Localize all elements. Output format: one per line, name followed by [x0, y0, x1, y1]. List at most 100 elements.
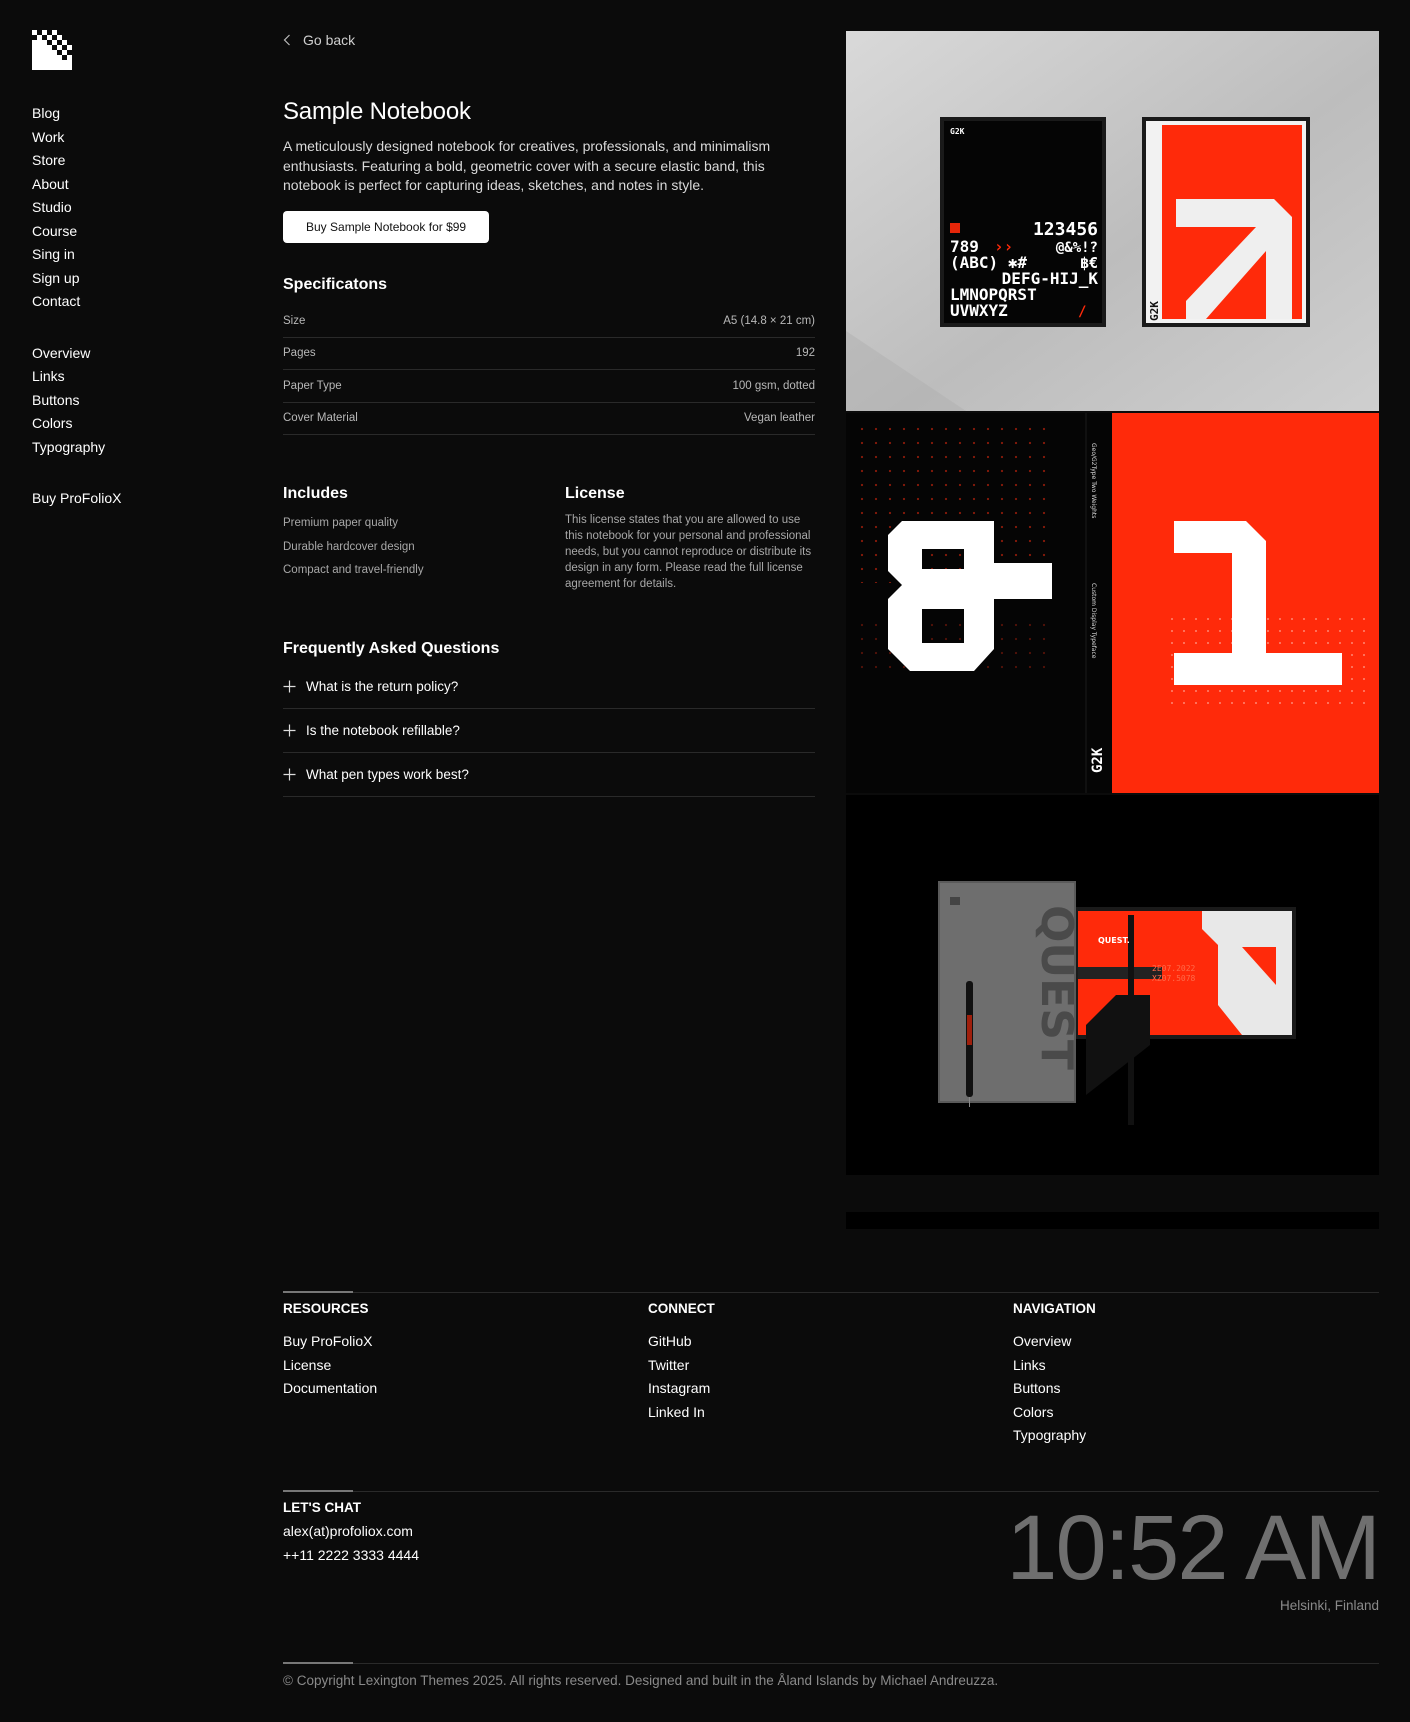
poster-line-1: 123456: [1033, 219, 1098, 240]
gallery-image-notebook[interactable]: QUEST. 2E07.2022 XZ07.5078 QUEST: [846, 795, 1379, 1175]
poster-line-6: UVWXYZ: [950, 301, 1008, 320]
sidebar-item-typography[interactable]: Typography: [32, 436, 121, 460]
logo-icon[interactable]: [32, 30, 72, 70]
buy-notebook-button[interactable]: Buy Sample Notebook for $99: [283, 211, 490, 243]
footer-divider: [283, 1490, 1379, 1492]
spec-value: A5 (14.8 × 21 cm): [723, 314, 815, 327]
footer-divider: [283, 1291, 1379, 1293]
sidebar-item-about[interactable]: About: [32, 173, 121, 197]
sidebar-primary-group: Blog Work Store About Studio Course Sing…: [32, 102, 121, 314]
local-clock: 10:52 AM: [1006, 1497, 1381, 1599]
faq-question: Is the notebook refillable?: [306, 723, 460, 738]
spec-label: Size: [283, 314, 306, 327]
typeface-brand: G2K: [1090, 747, 1106, 773]
footer-link-instagram[interactable]: Instagram: [648, 1377, 715, 1401]
spec-label: Paper Type: [283, 379, 342, 392]
sidebar-item-store[interactable]: Store: [32, 149, 121, 173]
spec-label: Pages: [283, 347, 316, 360]
footer-link-license[interactable]: License: [283, 1354, 377, 1378]
footer-resources: RESOURCES Buy ProFolioX License Document…: [283, 1301, 377, 1401]
go-back-link[interactable]: Go back: [283, 32, 355, 48]
plus-icon: [283, 768, 296, 781]
footer-link-github[interactable]: GitHub: [648, 1330, 715, 1354]
page-title: Sample Notebook: [283, 98, 471, 125]
chat-phone-link[interactable]: ++11 2222 3333 4444: [283, 1544, 419, 1568]
footer-connect-heading: CONNECT: [648, 1301, 715, 1316]
plus-icon: [283, 724, 296, 737]
gallery-image-typeface[interactable]: Geo/G2Type Two Weights Custom Display Ty…: [846, 413, 1379, 793]
faq-heading: Frequently Asked Questions: [283, 640, 500, 657]
footer-chat: LET'S CHAT alex(at)profoliox.com ++11 22…: [283, 1500, 419, 1567]
includes-list: Premium paper quality Durable hardcover …: [283, 512, 424, 583]
spec-row-size: Size A5 (14.8 × 21 cm): [283, 305, 815, 338]
sidebar-item-contact[interactable]: Contact: [32, 290, 121, 314]
sidebar-secondary-group: Overview Links Buttons Colors Typography: [32, 342, 121, 460]
sidebar-item-blog[interactable]: Blog: [32, 102, 121, 126]
product-gallery: G2K 123456 789 ›› @&%!? (ABC) ✱# ฿€ DEFG…: [846, 31, 1379, 1177]
footer-link-linkedin[interactable]: Linked In: [648, 1401, 715, 1425]
footer-link-buy[interactable]: Buy ProFolioX: [283, 1330, 377, 1354]
footer-navigation: NAVIGATION Overview Links Buttons Colors…: [1013, 1301, 1096, 1448]
sidebar-item-colors[interactable]: Colors: [32, 412, 121, 436]
notebook-tag: QUEST.: [1098, 936, 1130, 945]
spec-value: 192: [795, 347, 815, 360]
faq-list: What is the return policy? Is the notebo…: [283, 665, 815, 797]
typeface-side-top: Geo/G2Type Two Weights: [1090, 443, 1097, 518]
faq-question: What pen types work best?: [306, 767, 469, 782]
product-description: A meticulously designed notebook for cre…: [283, 138, 771, 193]
sidebar-buy-link[interactable]: Buy ProFolioX: [32, 487, 121, 511]
footer-link-buttons[interactable]: Buttons: [1013, 1377, 1096, 1401]
footer-divider: [283, 1662, 1379, 1664]
list-item: Compact and travel-friendly: [283, 564, 424, 576]
spec-row-pages: Pages 192: [283, 338, 815, 370]
spec-label: Cover Material: [283, 412, 358, 425]
typeface-side-mid: Custom Display Typeface: [1090, 583, 1097, 659]
sidebar-item-links[interactable]: Links: [32, 365, 121, 389]
go-back-label: Go back: [303, 32, 356, 48]
sidebar-item-overview[interactable]: Overview: [32, 342, 121, 366]
faq-item-pen-types[interactable]: What pen types work best?: [283, 753, 815, 797]
gallery-bottom-strip: [846, 1212, 1379, 1229]
gallery-image-posters[interactable]: G2K 123456 789 ›› @&%!? (ABC) ✱# ฿€ DEFG…: [846, 31, 1379, 411]
sidebar-item-sign-in[interactable]: Sing in: [32, 243, 121, 267]
sidebar-item-buttons[interactable]: Buttons: [32, 389, 121, 413]
footer-resources-heading: RESOURCES: [283, 1301, 369, 1316]
license-heading: License: [565, 485, 625, 502]
footer-navigation-heading: NAVIGATION: [1013, 1301, 1096, 1316]
faq-question: What is the return policy?: [306, 679, 459, 694]
footer-link-overview[interactable]: Overview: [1013, 1330, 1096, 1354]
plus-icon: [283, 680, 296, 693]
svg-text:/: /: [1078, 304, 1086, 320]
footer-link-twitter[interactable]: Twitter: [648, 1354, 715, 1378]
specs-table: Size A5 (14.8 × 21 cm) Pages 192 Paper T…: [283, 305, 815, 435]
poster-red-brand: G2K: [1148, 301, 1161, 321]
sidebar-item-work[interactable]: Work: [32, 126, 121, 150]
footer-link-links[interactable]: Links: [1013, 1354, 1096, 1378]
spec-value: Vegan leather: [744, 412, 815, 425]
chat-email-link[interactable]: alex(at)profoliox.com: [283, 1520, 419, 1544]
includes-heading: Includes: [283, 485, 348, 502]
license-text: This license states that you are allowed…: [565, 514, 812, 590]
clock-location: Helsinki, Finland: [1279, 1598, 1379, 1613]
faq-item-refillable[interactable]: Is the notebook refillable?: [283, 709, 815, 753]
footer-link-typography[interactable]: Typography: [1013, 1424, 1096, 1448]
sidebar-item-course[interactable]: Course: [32, 220, 121, 244]
list-item: Premium paper quality: [283, 517, 399, 529]
spec-value: 100 gsm, dotted: [732, 379, 815, 392]
list-item: Durable hardcover design: [283, 540, 415, 553]
notebook-word: QUEST: [1031, 905, 1082, 1070]
spec-row-paper-type: Paper Type 100 gsm, dotted: [283, 370, 815, 403]
sidebar-item-studio[interactable]: Studio: [32, 196, 121, 220]
footer-link-colors[interactable]: Colors: [1013, 1401, 1096, 1425]
spec-row-cover-material: Cover Material Vegan leather: [283, 403, 815, 435]
footer-connect: CONNECT GitHub Twitter Instagram Linked …: [648, 1301, 715, 1424]
footer-link-documentation[interactable]: Documentation: [283, 1377, 377, 1401]
notebook-code-2: XZ07.5078: [1152, 974, 1196, 983]
specs-heading: Specificatons: [283, 276, 388, 293]
sidebar-nav: Blog Work Store About Studio Course Sing…: [32, 102, 121, 511]
notebook-code-1: 2E07.2022: [1152, 964, 1196, 973]
chevron-left-icon: [283, 34, 290, 46]
copyright-text: © Copyright Lexington Themes 2025. All r…: [283, 1673, 999, 1688]
faq-item-return-policy[interactable]: What is the return policy?: [283, 665, 815, 709]
sidebar-item-sign-up[interactable]: Sign up: [32, 267, 121, 291]
